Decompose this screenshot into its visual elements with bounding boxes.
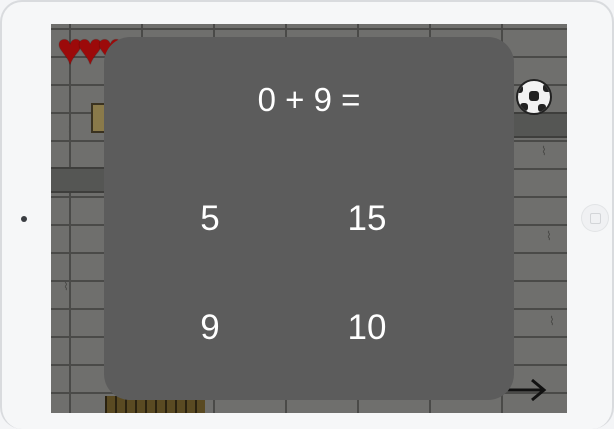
wall-ledge xyxy=(51,167,111,193)
wall-crack: ⌇ xyxy=(63,279,69,293)
wall-crack: ⌇ xyxy=(541,144,547,158)
answer-option[interactable]: 15 xyxy=(322,194,412,244)
answer-option[interactable]: 5 xyxy=(165,194,255,244)
answer-option[interactable]: 9 xyxy=(165,303,255,353)
home-button[interactable] xyxy=(581,204,609,232)
quiz-question: 0 + 9 = xyxy=(257,81,361,118)
wall-ledge xyxy=(507,112,567,138)
answer-option[interactable]: 10 xyxy=(322,303,412,353)
wall-crack: ⌇ xyxy=(549,314,555,328)
camera-dot xyxy=(21,216,27,222)
soccer-ball-icon xyxy=(516,79,552,115)
wall-crack: ⌇ xyxy=(546,229,552,243)
quiz-dialog: 0 + 9 = 5 15 9 10 xyxy=(104,37,514,400)
wall-crack: ⌇ xyxy=(67,124,73,138)
